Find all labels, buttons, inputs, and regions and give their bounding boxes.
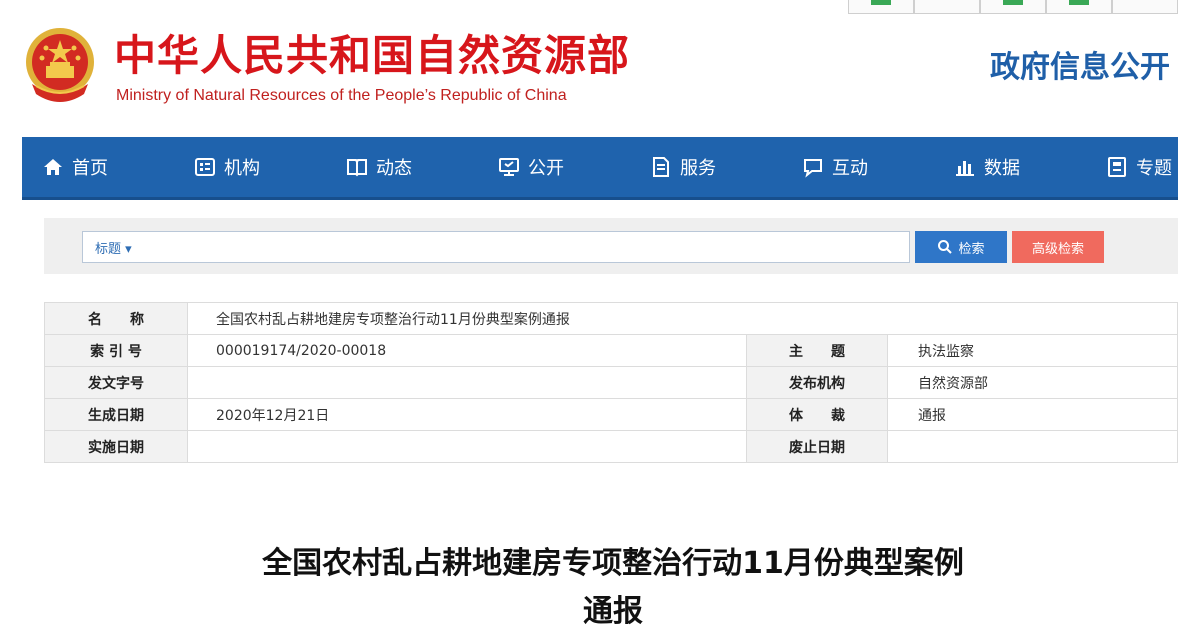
doc-no-value [187, 366, 747, 399]
search-input[interactable] [137, 233, 909, 261]
genre-value: 通报 [887, 398, 1178, 431]
org-icon [194, 156, 216, 178]
nav-item-label: 数据 [984, 158, 1020, 179]
utility-tab[interactable] [1112, 0, 1178, 14]
table-row: 索 引 号 000019174/2020-00018 主 题 执法监察 [44, 334, 1178, 367]
search-field-select[interactable]: 标题 ▾ [95, 238, 132, 257]
table-row: 名 称 全国农村乱占耕地建房专项整治行动11月份典型案例通报 [44, 302, 1178, 335]
nav-item-label: 专题 [1136, 158, 1172, 179]
effective-date-value [187, 430, 747, 463]
genre-label: 体 裁 [746, 398, 888, 431]
search-box: 标题 ▾ [82, 231, 910, 263]
publisher-value: 自然资源部 [887, 366, 1178, 399]
date-label: 生成日期 [44, 398, 188, 431]
top-utility-tabs [848, 0, 1178, 14]
nav-item-topics[interactable]: 专题 [1106, 137, 1172, 197]
utility-tab[interactable] [914, 0, 980, 14]
index-value: 000019174/2020-00018 [187, 334, 747, 367]
nav-item-service[interactable]: 服务 [650, 137, 716, 197]
effective-date-label: 实施日期 [44, 430, 188, 463]
article-title-line1: 全国农村乱占耕地建房专项整治行动11月份典型案例 [262, 546, 964, 581]
nav-item-org[interactable]: 机构 [194, 137, 260, 197]
article-title-line2: 通报 [583, 594, 643, 629]
search-icon [938, 240, 953, 254]
topic-label: 主 题 [746, 334, 888, 367]
advanced-search-button[interactable]: 高级检索 [1012, 231, 1104, 263]
home-icon [42, 156, 64, 178]
section-title: 政府信息公开 [990, 50, 1170, 85]
index-label: 索 引 号 [44, 334, 188, 367]
topic-icon [1106, 156, 1128, 178]
expiry-date-value [887, 430, 1178, 463]
national-emblem-logo [22, 24, 98, 108]
book-icon [346, 156, 368, 178]
search-button-label: 检索 [958, 240, 985, 256]
nav-item-home[interactable]: 首页 [42, 137, 108, 197]
site-name-en: Ministry of Natural Resources of the Peo… [116, 87, 567, 104]
nav-item-label: 公开 [528, 158, 564, 179]
main-nav: 首页 机构 动态 公开 服务 互动 数据 专题 [22, 137, 1178, 200]
search-button[interactable]: 检索 [915, 231, 1007, 263]
utility-tab[interactable] [980, 0, 1046, 14]
doc-no-label: 发文字号 [44, 366, 188, 399]
nav-item-interact[interactable]: 互动 [802, 137, 868, 197]
publisher-label: 发布机构 [746, 366, 888, 399]
document-icon [650, 156, 672, 178]
document-info-table: 名 称 全国农村乱占耕地建房专项整治行动11月份典型案例通报 索 引 号 000… [44, 302, 1178, 463]
nav-item-label: 机构 [224, 158, 260, 179]
table-row: 发文字号 发布机构 自然资源部 [44, 366, 1178, 399]
nav-item-public[interactable]: 公开 [498, 137, 564, 197]
name-value: 全国农村乱占耕地建房专项整治行动11月份典型案例通报 [187, 302, 1178, 335]
table-row: 生成日期 2020年12月21日 体 裁 通报 [44, 398, 1178, 431]
nav-item-label: 动态 [376, 158, 412, 179]
name-label: 名 称 [44, 302, 188, 335]
nav-item-label: 服务 [680, 158, 716, 179]
screen-icon [498, 156, 520, 178]
utility-tab[interactable] [1046, 0, 1112, 14]
bar-chart-icon [954, 156, 976, 178]
nav-item-label: 首页 [72, 158, 108, 179]
nav-item-data[interactable]: 数据 [954, 137, 1020, 197]
utility-tab[interactable] [848, 0, 914, 14]
table-row: 实施日期 废止日期 [44, 430, 1178, 463]
article-title: 全国农村乱占耕地建房专项整治行动11月份典型案例 通报 [0, 540, 1178, 636]
nav-item-label: 互动 [832, 158, 868, 179]
date-value: 2020年12月21日 [187, 398, 747, 431]
expiry-date-label: 废止日期 [746, 430, 888, 463]
site-name-cn[interactable]: 中华人民共和国自然资源部 [114, 30, 630, 82]
nav-item-news[interactable]: 动态 [346, 137, 412, 197]
topic-value: 执法监察 [887, 334, 1178, 367]
chat-icon [802, 156, 824, 178]
